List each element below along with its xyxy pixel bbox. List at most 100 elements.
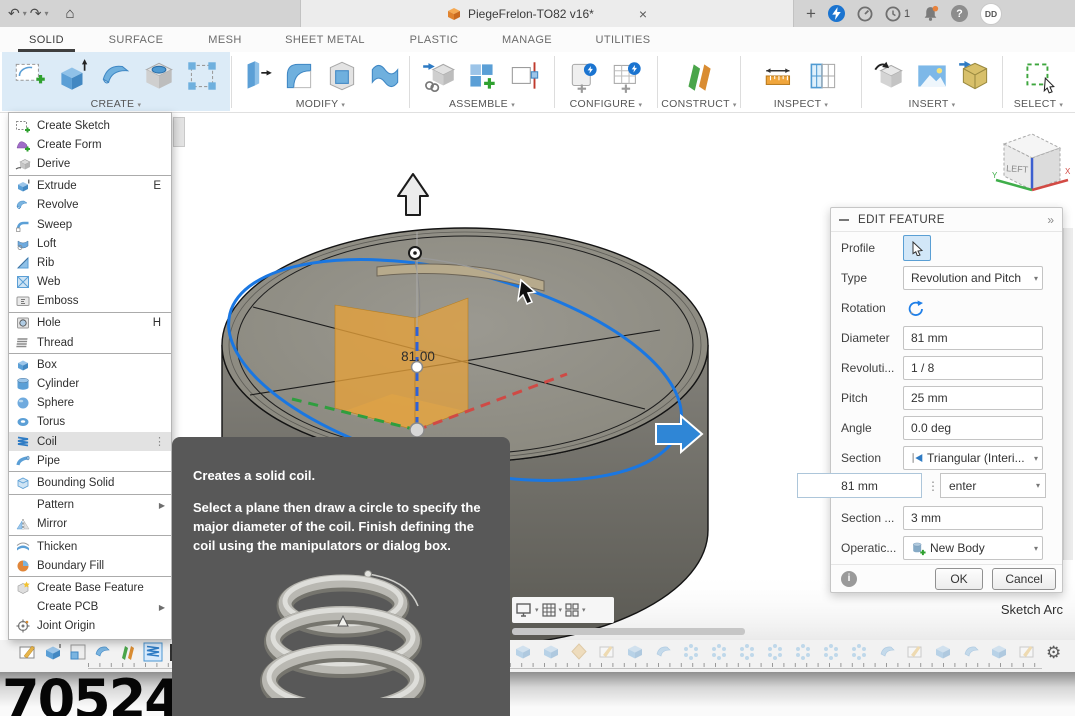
menu-item-thread[interactable]: Thread [9,333,171,352]
grid-settings-icon[interactable] [541,602,557,618]
cancel-button[interactable]: Cancel [992,568,1056,590]
menu-item-derive[interactable]: Derive [9,154,171,173]
tab-manage[interactable]: MANAGE [498,27,556,52]
menu-item-create-base-feature[interactable]: Create Base Feature [9,578,171,597]
timeline-extrude-icon[interactable] [43,642,63,662]
origin-handle[interactable] [410,423,424,437]
menu-item-bounding-solid[interactable]: Bounding Solid [9,473,171,492]
toolbar-group-construct[interactable]: CONSTRUCT ▾ [659,52,739,111]
pitch-input[interactable]: 25 mm [903,386,1043,410]
browser-scrollbar-stub[interactable] [173,117,185,147]
toolbar-group-create[interactable]: CREATE ▾ [2,52,230,111]
insert-derive-icon[interactable] [420,57,458,95]
display-settings-icon[interactable] [515,602,533,618]
redo-caret-icon[interactable]: ▾ [44,9,48,18]
collapse-dash-icon[interactable] [839,219,849,221]
construct-group-label[interactable]: CONSTRUCT ▾ [659,98,739,110]
rotation-direction-icon[interactable] [907,299,925,317]
create-group-label[interactable]: CREATE ▾ [2,98,230,110]
timeline-revolve-icon[interactable] [93,642,113,662]
tab-utilities[interactable]: UTILITIES [592,27,654,52]
tab-surface[interactable]: SURFACE [105,27,167,52]
height-arrow-manipulator[interactable] [398,174,428,215]
gear-icon[interactable]: ⚙ [1046,643,1061,663]
assemble-group-label[interactable]: ASSEMBLE ▾ [411,98,553,110]
display-caret-icon[interactable]: ▾ [535,606,539,614]
extrude-icon[interactable] [54,57,92,95]
rectangular-pattern-icon[interactable] [183,57,221,95]
avatar[interactable]: DD [980,3,1002,25]
menu-item-torus[interactable]: Torus [9,413,171,432]
combine-icon[interactable] [366,57,404,95]
menu-item-mirror[interactable]: Mirror [9,515,171,534]
construction-plane-icon[interactable] [680,57,718,95]
hole-icon[interactable] [140,57,178,95]
undo-icon[interactable]: ↶ [8,5,20,22]
toolbar-group-inspect[interactable]: INSPECT ▾ [742,52,860,111]
menu-item-create-pcb[interactable]: Create PCB▶ [9,598,171,617]
section-analysis-icon[interactable] [804,57,842,95]
toolbar-group-configure[interactable]: CONFIGURE ▾ [556,52,656,111]
toolbar-group-assemble[interactable]: ASSEMBLE ▾ [411,52,553,111]
coil-overflow-icon[interactable]: ⋮ [154,435,164,448]
fillet-icon[interactable] [280,57,318,95]
shell-icon[interactable] [323,57,361,95]
diameter-input[interactable]: 81 mm [903,326,1043,350]
document-tab[interactable]: PiegeFrelon-TO82 v16* × [300,0,794,27]
angle-input[interactable]: 0.0 deg [903,416,1043,440]
section-dropdown[interactable]: Triangular (Interi...▾ [903,446,1043,470]
timeline-sketch-icon[interactable] [18,642,38,662]
viewports-icon[interactable] [564,602,580,618]
menu-item-pipe[interactable]: Pipe [9,451,171,470]
dimension-mode-dropdown[interactable]: enter ▾ [940,473,1046,498]
viewports-caret-icon[interactable]: ▾ [582,606,586,614]
inspect-group-label[interactable]: INSPECT ▾ [742,98,860,110]
menu-item-rib[interactable]: Rib [9,253,171,272]
dialog-header[interactable]: EDIT FEATURE » [831,208,1062,232]
menu-item-cylinder[interactable]: Cylinder [9,374,171,393]
insert-mesh-icon[interactable] [870,57,908,95]
diameter-dimension-label[interactable]: 81.00 [401,349,435,364]
type-dropdown[interactable]: Revolution and Pitch▾ [903,266,1043,290]
menu-item-hole[interactable]: HoleH [9,314,171,333]
select-group-label[interactable]: SELECT ▾ [1004,98,1073,110]
help-icon[interactable]: ? [951,5,968,22]
toolbar-group-modify[interactable]: MODIFY ▾ [233,52,408,111]
grid-caret-icon[interactable]: ▾ [559,606,563,614]
viewcube[interactable]: LEFT Y X [988,124,1072,208]
canvas-icon[interactable] [913,57,951,95]
timeline-box-icon[interactable] [68,642,88,662]
horizontal-scrollbar[interactable] [512,628,745,635]
section-size-input[interactable]: 3 mm [903,506,1043,530]
expand-chevrons-icon[interactable]: » [1047,213,1054,227]
dimension-grip-icon[interactable]: ⋮ [926,473,939,498]
operation-dropdown[interactable]: New Body▾ [903,536,1043,560]
tab-mesh[interactable]: MESH [200,27,250,52]
press-pull-icon[interactable] [237,57,275,95]
toolbar-group-insert[interactable]: INSERT ▾ [863,52,1001,111]
configure-group-label[interactable]: CONFIGURE ▾ [556,98,656,110]
home-icon[interactable]: ⌂ [66,5,75,22]
ok-button[interactable]: OK [935,568,983,590]
profile-select-button[interactable] [903,235,931,261]
performance-gauge-icon[interactable] [857,6,873,22]
configuration-table-icon[interactable] [609,57,647,95]
undo-caret-icon[interactable]: ▾ [23,9,27,18]
info-icon[interactable]: i [841,571,857,587]
revolve-icon[interactable] [97,57,135,95]
new-tab-icon[interactable]: + [806,4,816,24]
insert-mcmaster-icon[interactable] [956,57,994,95]
menu-item-pattern[interactable]: Pattern▶ [9,496,171,515]
joint-icon[interactable] [506,57,544,95]
close-tab-icon[interactable]: × [639,6,647,22]
menu-item-revolve[interactable]: Revolve [9,196,171,215]
modify-group-label[interactable]: MODIFY ▾ [233,98,408,110]
tab-sheet-metal[interactable]: SHEET METAL [283,27,367,52]
dimension-value-input[interactable]: 81 mm [797,473,922,498]
insert-group-label[interactable]: INSERT ▾ [863,98,1001,110]
measure-icon[interactable] [761,57,799,95]
panel-scrollbar[interactable] [1063,228,1073,560]
menu-item-web[interactable]: Web [9,273,171,292]
menu-item-boundary-fill[interactable]: Boundary Fill [9,556,171,575]
timeline-coil-icon[interactable] [143,642,163,662]
